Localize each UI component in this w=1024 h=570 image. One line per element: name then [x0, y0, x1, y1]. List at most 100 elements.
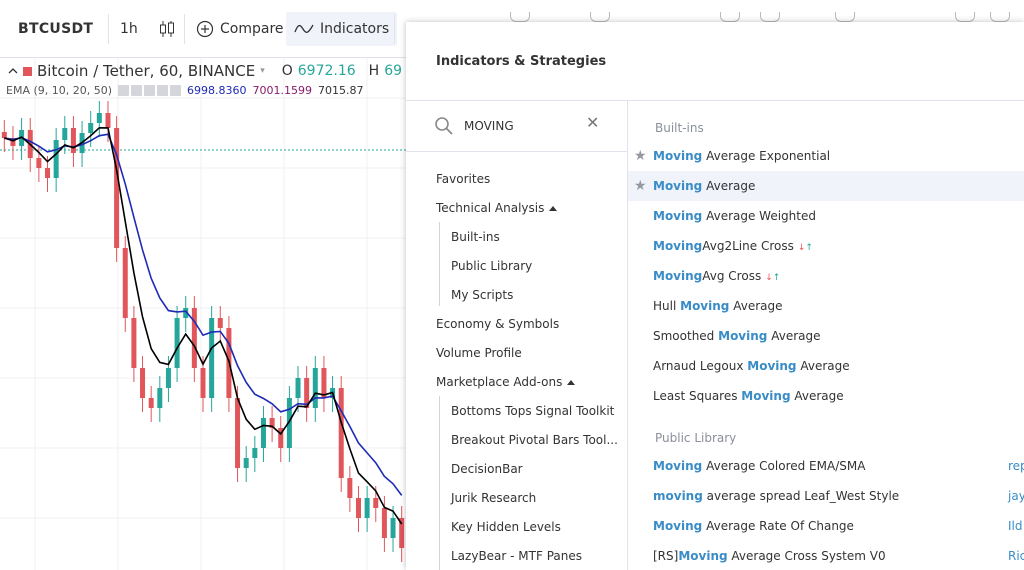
compare-button[interactable]: Compare	[188, 12, 292, 46]
candles-chart-type-icon[interactable]	[152, 12, 182, 46]
nav-marketplace-addons[interactable]: Marketplace Add-ons	[436, 375, 576, 389]
strategy-arrows-icon: ↓↑	[797, 243, 813, 253]
nav-addon-item[interactable]: Key Hidden Levels	[451, 520, 561, 534]
result-item[interactable]: moving average spread Leaf_West Style ja…	[628, 481, 1024, 511]
toolbar-hidden-icon[interactable]	[835, 12, 855, 22]
indicator-wave-icon	[294, 24, 314, 33]
candle-body	[217, 318, 223, 328]
candle-body	[131, 318, 137, 368]
clear-search-icon[interactable]: ✕	[586, 113, 599, 132]
ema-value-2: 7001.1599	[252, 84, 313, 97]
result-item[interactable]: ★ Moving Average Exponential	[628, 141, 1024, 171]
result-item[interactable]: ★ Moving Average	[628, 171, 1024, 201]
result-item[interactable]: Moving Average Colored EMA/SMA rep	[628, 451, 1024, 481]
toolbar-hidden-icon[interactable]	[955, 12, 975, 22]
result-item[interactable]: MovingAvg2Line Cross ↓↑	[628, 231, 1024, 261]
symbol-search-button[interactable]: BTCUSDT	[10, 12, 101, 46]
candle-body	[381, 508, 387, 538]
candle-body	[235, 398, 241, 468]
builtins-heading: Built-ins	[655, 121, 704, 135]
caret-up-icon	[549, 206, 558, 211]
candle-body	[347, 478, 353, 498]
author-link[interactable]: jay	[1008, 489, 1024, 503]
toolbar-hidden-icon[interactable]	[760, 12, 780, 22]
interval-button[interactable]: 1h	[112, 12, 146, 46]
result-item[interactable]: MovingAvg Cross ↓↑	[628, 261, 1024, 291]
candle-body	[96, 113, 102, 123]
strategy-arrows-icon: ↓↑	[765, 273, 781, 283]
result-name: Least Squares Moving Average	[653, 389, 844, 403]
search-icon	[435, 117, 453, 135]
nav-my-scripts[interactable]: My Scripts	[451, 288, 513, 302]
candle-body	[364, 498, 370, 518]
result-item[interactable]: Arnaud Legoux Moving Average	[628, 351, 1024, 381]
chart-canvas[interactable]	[0, 58, 406, 570]
result-item[interactable]: Least Squares Moving Average	[628, 381, 1024, 411]
result-name: Moving Average Exponential	[653, 149, 831, 163]
collapse-chevron-icon[interactable]	[8, 66, 18, 76]
nav-technical-analysis[interactable]: Technical Analysis	[436, 201, 558, 215]
result-name: Hull Moving Average	[653, 299, 783, 313]
result-item[interactable]: Smoothed Moving Average	[628, 321, 1024, 351]
star-icon[interactable]: ★	[634, 148, 647, 164]
price-chart[interactable]: Bitcoin / Tether, 60, BINANCE ▾ O 6972.16…	[0, 58, 406, 570]
nav-volume-profile[interactable]: Volume Profile	[436, 346, 522, 360]
settings-icon[interactable]	[131, 85, 143, 96]
candle-body	[53, 140, 59, 178]
caret-up-icon	[567, 380, 576, 385]
result-name: Moving Average Rate Of Change	[653, 519, 854, 533]
toolbar-hidden-icon[interactable]	[590, 12, 610, 22]
remove-icon[interactable]	[170, 85, 182, 96]
author-link[interactable]: Ric	[1008, 549, 1024, 563]
author-link[interactable]: Ild	[1008, 519, 1023, 533]
compare-label: Compare	[220, 21, 284, 37]
candle-body	[157, 388, 163, 408]
result-item[interactable]: Moving Average Rate Of Change Ild	[628, 511, 1024, 541]
search-box[interactable]: ✕	[406, 100, 628, 152]
candle-body	[191, 308, 197, 368]
indicators-dialog: Indicators & Strategies ✕ Favorites Tech…	[406, 22, 1024, 570]
result-item[interactable]: [RS]Moving Average Cross System V0 Ric	[628, 541, 1024, 570]
star-icon[interactable]: ★	[634, 178, 647, 194]
nav-addon-item[interactable]: Breakout Pivotal Bars Tool...	[451, 433, 618, 447]
nav-favorites[interactable]: Favorites	[436, 172, 490, 186]
candle-body	[174, 318, 180, 368]
nav-marketplace-addons-label: Marketplace Add-ons	[436, 375, 563, 389]
study-control-icons[interactable]	[118, 85, 182, 96]
chart-legend: Bitcoin / Tether, 60, BINANCE ▾ O 6972.16…	[8, 62, 402, 80]
result-name: moving average spread Leaf_West Style	[653, 489, 900, 503]
public-library-heading: Public Library	[655, 431, 737, 445]
toolbar-hidden-icon[interactable]	[990, 12, 1010, 22]
open-value: 6972.16	[297, 63, 356, 79]
result-name: Moving Average Colored EMA/SMA	[653, 459, 866, 473]
indicators-button[interactable]: Indicators	[286, 12, 398, 46]
candle-body	[312, 368, 318, 408]
nav-addon-item[interactable]: LazyBear - MTF Panes	[451, 549, 582, 563]
result-name: MovingAvg Cross ↓↑	[653, 269, 781, 283]
candle-body	[200, 368, 206, 398]
candle-body	[243, 458, 249, 468]
nav-built-ins[interactable]: Built-ins	[451, 230, 500, 244]
nav-addon-item[interactable]: DecisionBar	[451, 462, 523, 476]
more-icon[interactable]	[157, 85, 169, 96]
nav-public-library[interactable]: Public Library	[451, 259, 532, 273]
toolbar-hidden-icon[interactable]	[720, 12, 740, 22]
nav-addon-item[interactable]: Jurik Research	[451, 491, 536, 505]
candle-body	[62, 128, 68, 140]
author-link[interactable]: rep	[1008, 459, 1024, 473]
toolbar-divider	[394, 14, 395, 44]
eye-icon[interactable]	[118, 85, 130, 96]
nav-economy-symbols[interactable]: Economy & Symbols	[436, 317, 559, 331]
symbol-color-square	[23, 66, 32, 76]
symbol-menu-caret-icon[interactable]: ▾	[260, 66, 265, 76]
ema-study-label[interactable]: EMA (9, 10, 20, 50)	[6, 84, 112, 97]
toolbar-hidden-icon[interactable]	[510, 12, 530, 22]
result-item[interactable]: Moving Average Weighted	[628, 201, 1024, 231]
source-code-icon[interactable]	[144, 85, 156, 96]
result-item[interactable]: Hull Moving Average	[628, 291, 1024, 321]
high-label: H	[368, 63, 380, 79]
candle-body	[338, 388, 344, 478]
nav-addon-item[interactable]: Bottoms Tops Signal Toolkit	[451, 404, 614, 418]
candle-body	[1, 132, 7, 138]
search-input[interactable]	[464, 115, 584, 137]
